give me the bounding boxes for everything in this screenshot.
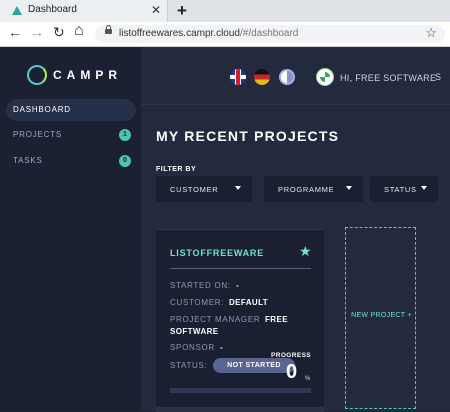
caret-down-icon [421, 186, 427, 190]
customer-value: DEFAULT [229, 298, 269, 307]
flag-de-icon[interactable] [254, 69, 270, 85]
status-filter-dropdown[interactable]: STATUS [370, 176, 438, 202]
project-name[interactable]: LISTOFFREEWARE [170, 248, 264, 258]
favorite-star-icon[interactable]: ★ [299, 243, 312, 260]
campr-logo-icon [27, 65, 47, 85]
bookmark-star-icon[interactable]: ☆ [425, 25, 437, 41]
tab-title: Dashboard [28, 4, 77, 15]
filter-label: CUSTOMER [170, 185, 219, 194]
home-icon[interactable]: ⌂ [74, 22, 84, 40]
project-manager-value: FREE [265, 315, 288, 324]
address-bar: ← → ↻ ⌂ listoffreewares.campr.cloud/#/da… [0, 22, 450, 47]
started-on-label: STARTED ON: [170, 281, 231, 290]
sponsor-value: - [220, 343, 224, 352]
started-on-value: - [236, 281, 240, 290]
main-content: HI, FREE SOFTWARE S MY RECENT PROJECTS F… [141, 47, 450, 412]
filter-by-label: FILTER BY [156, 166, 197, 173]
lock-icon[interactable] [105, 25, 112, 34]
sidebar-item-label: PROJECTS [13, 130, 63, 139]
close-tab-icon[interactable]: ✕ [151, 3, 161, 17]
sidebar-item-label: DASHBOARD [13, 105, 71, 114]
forward-icon[interactable]: → [30, 24, 44, 40]
caret-down-icon [235, 186, 241, 190]
new-tab-button[interactable]: + [177, 1, 187, 21]
back-icon[interactable]: ← [8, 24, 22, 40]
url-host: listoffreewares.campr.cloud [119, 28, 240, 39]
avatar[interactable] [316, 68, 334, 86]
flag-en-icon[interactable] [230, 69, 246, 85]
url-text: listoffreewares.campr.cloud/#/dashboard [119, 28, 298, 39]
status-badge: NOT STARTED [213, 358, 295, 373]
card-divider [170, 268, 311, 269]
card-footer [156, 407, 324, 412]
sidebar-item-projects[interactable]: PROJECTS 1 [6, 124, 136, 146]
caret-down-icon [346, 186, 352, 190]
status-label: STATUS: [170, 361, 208, 370]
url-path: /#/dashboard [239, 28, 299, 39]
filter-label: STATUS [384, 185, 417, 194]
user-menu-caret[interactable]: S [435, 72, 441, 82]
project-manager-value-cont: SOFTWARE [170, 327, 219, 336]
sidebar-item-dashboard[interactable]: DASHBOARD [6, 99, 136, 121]
contrast-icon[interactable] [279, 69, 295, 85]
new-project-label: NEW PROJECT + [351, 312, 412, 319]
progress-unit: % [305, 376, 311, 382]
customer-label: CUSTOMER: [170, 298, 225, 307]
progress-bar [170, 388, 311, 393]
project-card[interactable]: LISTOFFREEWARE ★ STARTED ON: - CUSTOMER:… [156, 229, 324, 412]
progress-value: 0 [286, 361, 298, 383]
project-manager-label: PROJECT MANAGER [170, 315, 261, 324]
page-title: MY RECENT PROJECTS [156, 128, 340, 144]
browser-tab-strip: Dashboard ✕ + [0, 0, 450, 22]
sponsor-label: SPONSOR [170, 343, 215, 352]
brand-name: CAMPR [53, 68, 122, 82]
new-project-button[interactable]: NEW PROJECT + [345, 227, 416, 409]
campr-favicon-icon [12, 6, 22, 15]
programme-filter-dropdown[interactable]: PROGRAMME [264, 176, 363, 202]
progress-label: PROGRESS [271, 352, 312, 359]
tasks-count-badge: 0 [119, 155, 131, 167]
filter-label: PROGRAMME [278, 185, 335, 194]
reload-icon[interactable]: ↻ [53, 24, 65, 41]
sidebar-item-label: TASKS [13, 156, 43, 165]
sidebar-item-tasks[interactable]: TASKS 0 [6, 150, 136, 172]
sidebar: CAMPR DASHBOARD PROJECTS 1 TASKS 0 [0, 47, 141, 411]
top-bar: HI, FREE SOFTWARE S [141, 47, 450, 105]
url-field[interactable]: listoffreewares.campr.cloud/#/dashboard … [95, 25, 445, 43]
customer-filter-dropdown[interactable]: CUSTOMER [156, 176, 252, 202]
projects-count-badge: 1 [119, 129, 131, 141]
browser-tab[interactable]: Dashboard ✕ [0, 0, 168, 22]
user-greeting[interactable]: HI, FREE SOFTWARE [340, 73, 436, 83]
